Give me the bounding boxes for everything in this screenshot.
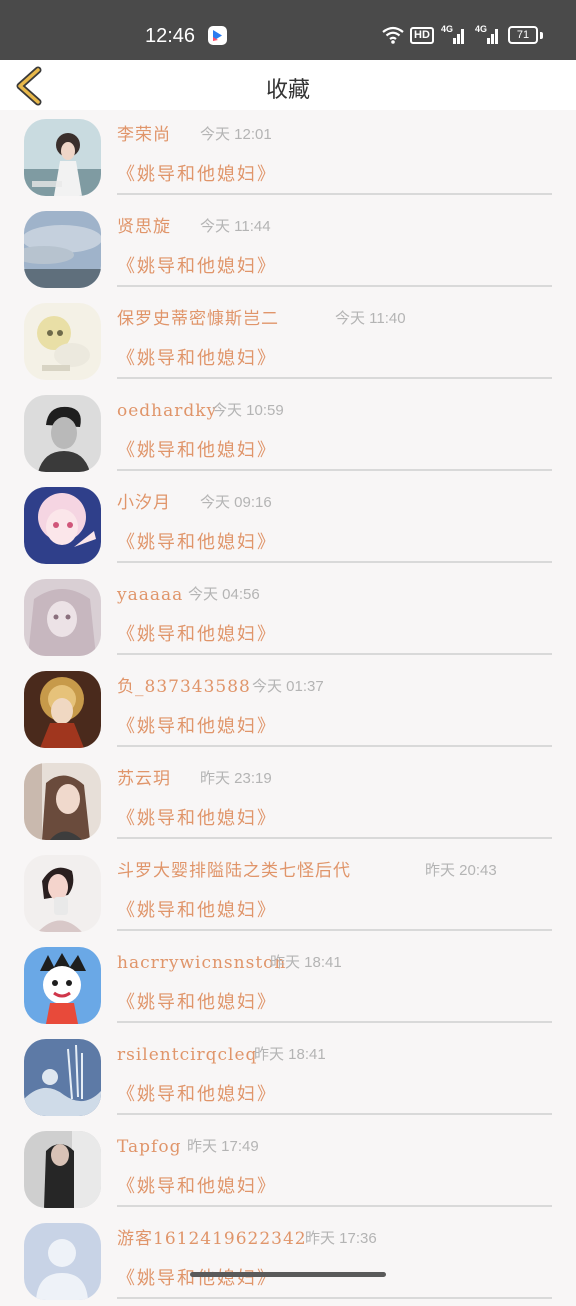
user-name: rsilentcirqcleq	[117, 1045, 258, 1065]
user-name: hacrrywicnsnston	[117, 953, 287, 973]
network-type-label: 4G	[475, 24, 488, 34]
user-name: 游客1612419622342	[117, 1229, 307, 1249]
list-item[interactable]: 苏云玥 昨天 23:19 《姚导和他媳妇》	[0, 754, 576, 846]
avatar[interactable]	[24, 211, 101, 288]
divider	[117, 1205, 552, 1207]
divider	[117, 193, 552, 195]
list-item[interactable]: 游客1612419622342 昨天 17:36 《姚导和他媳妇》	[0, 1214, 576, 1306]
favorite-title[interactable]: 《姚导和他媳妇》	[117, 254, 277, 280]
divider	[117, 653, 552, 655]
favorite-title[interactable]: 《姚导和他媳妇》	[117, 346, 277, 372]
item-time: 今天 01:37	[252, 678, 324, 695]
favorite-title[interactable]: 《姚导和他媳妇》	[117, 1174, 277, 1200]
favorite-title[interactable]: 《姚导和他媳妇》	[117, 1082, 277, 1108]
favorite-title[interactable]: 《姚导和他媳妇》	[117, 622, 277, 648]
list-item[interactable]: 斗罗大婴排隘陆之类七怪后代 昨天 20:43 《姚导和他媳妇》	[0, 846, 576, 938]
status-bar: 12:46 HD 4G 4G 71	[0, 0, 576, 60]
divider	[117, 285, 552, 287]
favorite-title[interactable]: 《姚导和他媳妇》	[117, 1266, 277, 1292]
user-name: yaaaaa	[117, 585, 184, 605]
list-item[interactable]: 贤思旋 今天 11:44 《姚导和他媳妇》	[0, 202, 576, 294]
divider	[117, 469, 552, 471]
favorite-title[interactable]: 《姚导和他媳妇》	[117, 806, 277, 832]
avatar[interactable]	[24, 671, 101, 748]
item-time: 今天 09:16	[200, 494, 272, 511]
avatar[interactable]	[24, 855, 101, 932]
user-name: 斗罗大婴排隘陆之类七怪后代	[117, 861, 351, 881]
item-time: 昨天 20:43	[425, 862, 497, 879]
favorites-list: 李荣尚 今天 12:01 《姚导和他媳妇》 贤思旋 今天 11:44 《姚导和他…	[0, 110, 576, 1306]
user-name: 保罗史蒂密慷斯岂二	[117, 309, 279, 329]
favorite-title[interactable]: 《姚导和他媳妇》	[117, 714, 277, 740]
hd-badge: HD	[410, 24, 434, 46]
list-item[interactable]: 负_837343588 今天 01:37 《姚导和他媳妇》	[0, 662, 576, 754]
avatar[interactable]	[24, 487, 101, 564]
avatar[interactable]	[24, 1131, 101, 1208]
network-type-label: 4G	[441, 24, 454, 34]
user-name: 小汐月	[117, 493, 171, 513]
user-name: 负_837343588	[117, 677, 251, 697]
video-app-icon	[208, 26, 227, 45]
divider	[117, 1021, 552, 1023]
user-name: oedhardky	[117, 401, 218, 421]
divider	[117, 929, 552, 931]
avatar[interactable]	[24, 1039, 101, 1116]
item-time: 今天 11:40	[335, 310, 406, 327]
user-name: 李荣尚	[117, 125, 171, 145]
item-time: 今天 04:56	[188, 586, 260, 603]
hd-label: HD	[410, 26, 434, 44]
list-item[interactable]: hacrrywicnsnston 昨天 18:41 《姚导和他媳妇》	[0, 938, 576, 1030]
item-time: 今天 10:59	[212, 402, 284, 419]
list-item[interactable]: Tapfog 昨天 17:49 《姚导和他媳妇》	[0, 1122, 576, 1214]
battery-icon: 71	[508, 24, 543, 46]
avatar[interactable]	[24, 119, 101, 196]
list-item[interactable]: yaaaaa 今天 04:56 《姚导和他媳妇》	[0, 570, 576, 662]
list-item[interactable]: oedhardky 今天 10:59 《姚导和他媳妇》	[0, 386, 576, 478]
avatar[interactable]	[24, 303, 101, 380]
item-time: 今天 11:44	[200, 218, 271, 235]
divider	[117, 1297, 552, 1299]
item-time: 昨天 18:41	[270, 954, 342, 971]
divider	[117, 377, 552, 379]
avatar[interactable]	[24, 1223, 101, 1300]
list-item[interactable]: 保罗史蒂密慷斯岂二 今天 11:40 《姚导和他媳妇》	[0, 294, 576, 386]
user-name: Tapfog	[117, 1137, 182, 1157]
item-time: 昨天 17:36	[305, 1230, 377, 1247]
list-item[interactable]: 李荣尚 今天 12:01 《姚导和他媳妇》	[0, 110, 576, 202]
divider	[117, 837, 552, 839]
avatar[interactable]	[24, 763, 101, 840]
avatar[interactable]	[24, 395, 101, 472]
favorite-title[interactable]: 《姚导和他媳妇》	[117, 898, 277, 924]
favorite-title[interactable]: 《姚导和他媳妇》	[117, 990, 277, 1016]
signal-icon: 4G	[475, 24, 501, 46]
list-item[interactable]: 小汐月 今天 09:16 《姚导和他媳妇》	[0, 478, 576, 570]
header-bar: 收藏	[0, 60, 576, 110]
wifi-icon	[382, 24, 404, 46]
avatar[interactable]	[24, 947, 101, 1024]
item-time: 昨天 18:41	[254, 1046, 326, 1063]
favorite-title[interactable]: 《姚导和他媳妇》	[117, 438, 277, 464]
avatar[interactable]	[24, 579, 101, 656]
item-time: 昨天 23:19	[200, 770, 272, 787]
page-title: 收藏	[265, 78, 310, 103]
status-time: 12:46	[145, 25, 196, 47]
list-item[interactable]: rsilentcirqcleq 昨天 18:41 《姚导和他媳妇》	[0, 1030, 576, 1122]
home-indicator[interactable]	[190, 1272, 386, 1277]
battery-level: 71	[508, 26, 538, 44]
divider	[117, 745, 552, 747]
divider	[117, 561, 552, 563]
item-time: 今天 12:01	[200, 126, 272, 143]
favorite-title[interactable]: 《姚导和他媳妇》	[117, 162, 277, 188]
item-time: 昨天 17:49	[187, 1138, 259, 1155]
favorite-title[interactable]: 《姚导和他媳妇》	[117, 530, 277, 556]
user-name: 苏云玥	[117, 769, 171, 789]
signal-icon: 4G	[441, 24, 467, 46]
user-name: 贤思旋	[117, 217, 171, 237]
divider	[117, 1113, 552, 1115]
